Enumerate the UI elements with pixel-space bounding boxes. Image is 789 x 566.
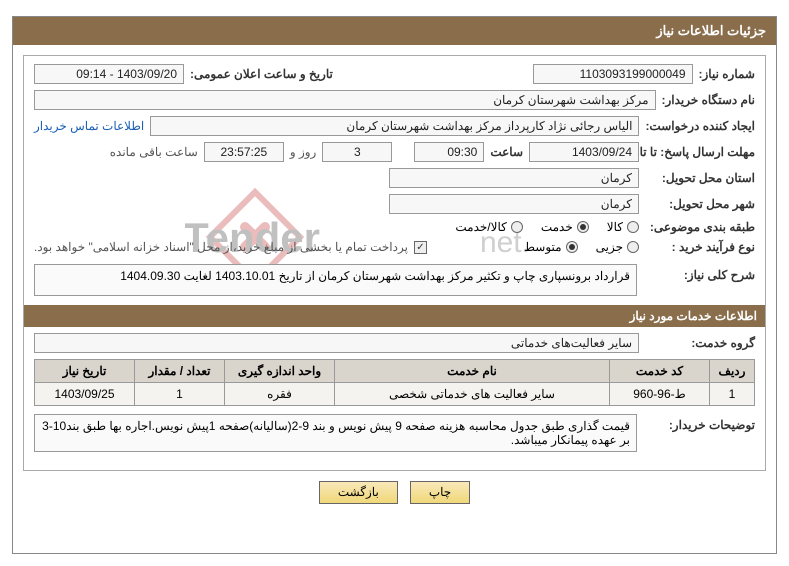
page-header: جزئیات اطلاعات نیاز: [13, 17, 776, 45]
th-qty: تعداد / مقدار: [135, 360, 225, 383]
need-no-label: شماره نیاز:: [699, 67, 755, 81]
overall-desc-box: قرارداد برونسپاری چاپ و تکثیر مرکز بهداش…: [34, 264, 637, 296]
cell-row: 1: [710, 383, 755, 406]
radio-medium[interactable]: متوسط: [524, 240, 578, 254]
radio-minor-label: جزیی: [596, 240, 623, 254]
cell-qty: 1: [135, 383, 225, 406]
radio-icon: [627, 221, 639, 233]
overall-desc-label: شرح کلی نیاز:: [645, 264, 755, 282]
province-field: کرمان: [389, 168, 639, 188]
buyer-org-label: نام دستگاه خریدار:: [662, 93, 756, 107]
province-label: استان محل تحویل:: [645, 171, 755, 185]
hms-remaining-field: 23:57:25: [204, 142, 284, 162]
time-label: ساعت: [490, 145, 523, 159]
buyer-notes-box: قیمت گذاری طبق جدول محاسبه هزینه صفحه 9 …: [34, 414, 637, 452]
th-code: کد خدمت: [610, 360, 710, 383]
radio-goods-label: کالا: [607, 220, 623, 234]
buyer-notes-label: توضیحات خریدار:: [645, 414, 755, 432]
subject-class-label: طبقه بندی موضوعی:: [645, 220, 755, 234]
announce-label: تاریخ و ساعت اعلان عمومی:: [190, 67, 333, 81]
th-unit: واحد اندازه گیری: [225, 360, 335, 383]
creator-field: الیاس رجائی نژاد کارپرداز مرکز بهداشت شه…: [150, 116, 639, 136]
cell-unit: فقره: [225, 383, 335, 406]
back-button[interactable]: بازگشت: [319, 481, 398, 504]
page-title: جزئیات اطلاعات نیاز: [656, 23, 766, 38]
city-field: کرمان: [389, 194, 639, 214]
creator-label: ایجاد کننده درخواست:: [645, 119, 755, 133]
buyer-contact-link[interactable]: اطلاعات تماس خریدار: [34, 119, 144, 133]
radio-icon: [511, 221, 523, 233]
buyer-org-field: مرکز بهداشت شهرستان کرمان: [34, 90, 656, 110]
th-row: ردیف: [710, 360, 755, 383]
radio-medium-label: متوسط: [524, 240, 562, 254]
radio-icon-checked: [566, 241, 578, 253]
radio-icon-checked: [577, 221, 589, 233]
services-table: ردیف کد خدمت نام خدمت واحد اندازه گیری ت…: [34, 359, 755, 406]
th-date: تاریخ نیاز: [35, 360, 135, 383]
city-label: شهر محل تحویل:: [645, 197, 755, 211]
hms-suffix: ساعت باقی مانده: [110, 145, 198, 159]
table-header-row: ردیف کد خدمت نام خدمت واحد اندازه گیری ت…: [35, 360, 755, 383]
print-button[interactable]: چاپ: [410, 481, 470, 504]
announce-field: 1403/09/20 - 09:14: [34, 64, 184, 84]
cell-code: ط-96-960: [610, 383, 710, 406]
service-group-field: سایر فعالیت‌های خدماتی: [34, 333, 639, 353]
radio-minor[interactable]: جزیی: [596, 240, 639, 254]
radio-service-label: خدمت: [541, 220, 573, 234]
need-no-field: 1103093199000049: [533, 64, 693, 84]
treasury-note: پرداخت تمام یا بخشی از مبلغ خرید،از محل …: [34, 240, 408, 254]
services-section-header: اطلاعات خدمات مورد نیاز: [24, 304, 765, 327]
radio-goods[interactable]: کالا: [607, 220, 639, 234]
deadline-label: مهلت ارسال پاسخ: تا تاریخ:: [645, 145, 755, 159]
th-name: نام خدمت: [335, 360, 610, 383]
treasury-checkbox[interactable]: ✓: [414, 241, 427, 254]
service-group-label: گروه خدمت:: [645, 336, 755, 350]
process-type-label: نوع فرآیند خرید :: [645, 240, 755, 254]
radio-icon: [627, 241, 639, 253]
days-remaining-field: 3: [322, 142, 392, 162]
cell-name: سایر فعالیت های خدماتی شخصی: [335, 383, 610, 406]
radio-service[interactable]: خدمت: [541, 220, 589, 234]
radio-goods-service[interactable]: کالا/خدمت: [455, 220, 522, 234]
deadline-date-field: 1403/09/24: [529, 142, 639, 162]
cell-date: 1403/09/25: [35, 383, 135, 406]
days-suffix: روز و: [290, 145, 317, 159]
radio-goods-service-label: کالا/خدمت: [455, 220, 506, 234]
table-row: 1 ط-96-960 سایر فعالیت های خدماتی شخصی ف…: [35, 383, 755, 406]
deadline-time-field: 09:30: [414, 142, 484, 162]
